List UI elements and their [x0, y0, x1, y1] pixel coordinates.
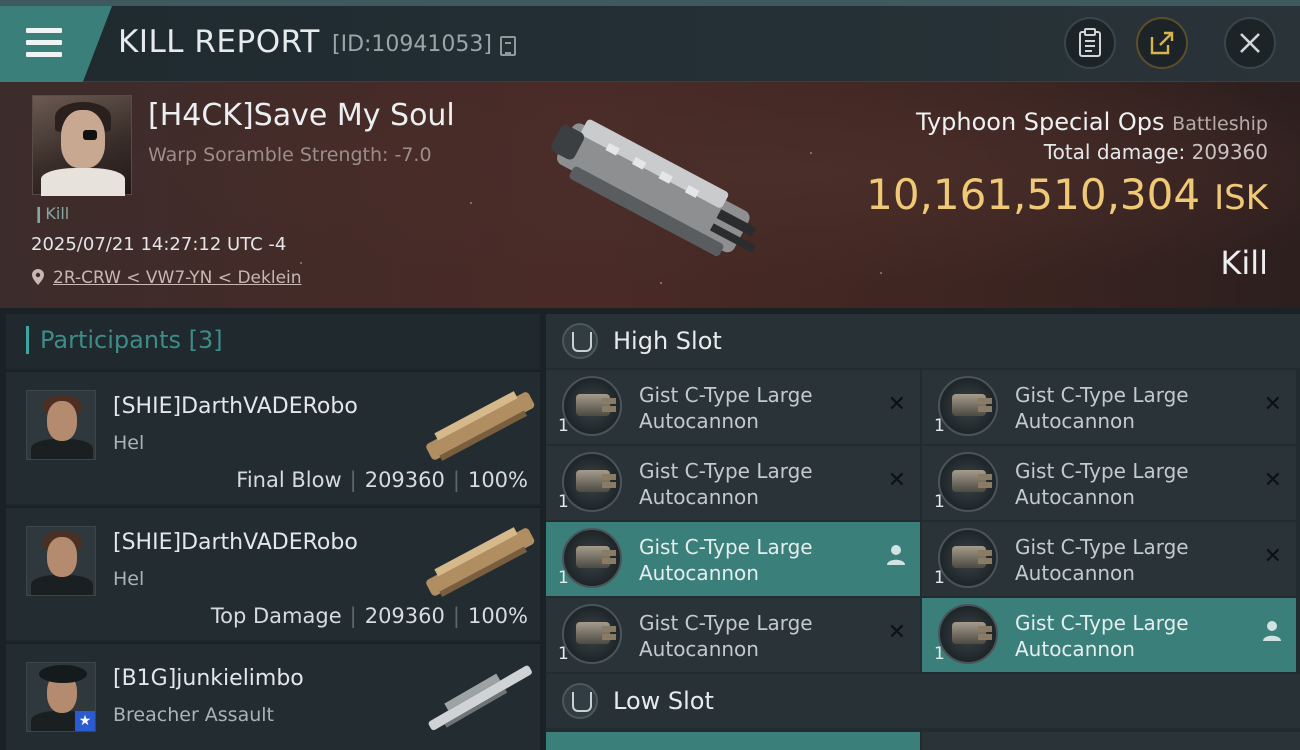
- module-item[interactable]: 1 Gist C-Type Large Autocannon ✕: [922, 446, 1296, 520]
- participant-row[interactable]: ★ [B1G]junkielimbo Breacher Assault: [6, 642, 540, 750]
- autocannon-icon: [938, 376, 998, 436]
- victim-name[interactable]: [H4CK]Save My Soul: [148, 98, 455, 133]
- participants-header: Participants [3]: [6, 314, 540, 368]
- top-bar: KILL REPORT [ID:10941053]: [0, 0, 1300, 82]
- participant-name[interactable]: [B1G]junkielimbo: [113, 666, 304, 691]
- autocannon-icon: [938, 528, 998, 588]
- total-damage: Total damage: 209360: [1043, 140, 1268, 164]
- clipboard-icon: [1079, 28, 1101, 57]
- victim-banner: [H4CK]Save My Soul Warp Soramble Strengt…: [0, 82, 1300, 308]
- autocannon-icon: [562, 528, 622, 588]
- autocannon-icon: [562, 376, 622, 436]
- slots-panel: High Slot 1 Gist C-Type Large Autocannon …: [546, 314, 1300, 750]
- isk-value: 10,161,510,304 ISK: [866, 170, 1268, 219]
- hamburger-icon: [26, 28, 62, 64]
- clipboard-button[interactable]: [1064, 17, 1116, 69]
- participant-avatar[interactable]: [26, 390, 96, 460]
- scramble-strength: Warp Soramble Strength: -7.0: [148, 144, 432, 166]
- low-slot-module-partial[interactable]: [546, 732, 920, 750]
- star-badge-icon: ★: [75, 711, 95, 731]
- low-slot-icon: [562, 683, 598, 719]
- ship-class: Battleship: [1172, 113, 1268, 135]
- high-slot-header: High Slot: [546, 314, 1300, 368]
- participant-row[interactable]: [SHIE]DarthVADERobo Hel Top Damage | 20936…: [6, 506, 540, 640]
- person-icon: [1263, 621, 1281, 641]
- destroyed-icon: ✕: [887, 620, 906, 645]
- participant-stats: Top Damage | 209360 | 100%: [210, 604, 528, 628]
- participant-avatar[interactable]: ★: [26, 662, 96, 732]
- destroyed-icon: ✕: [887, 468, 906, 493]
- ship-name[interactable]: Typhoon Special Ops Battleship: [916, 108, 1268, 136]
- autocannon-icon: [938, 604, 998, 664]
- copy-icon[interactable]: [500, 36, 516, 56]
- share-button[interactable]: [1136, 17, 1188, 69]
- participant-ship: Breacher Assault: [113, 704, 274, 726]
- close-icon: [1240, 33, 1260, 53]
- result-label: Kill: [1220, 244, 1268, 282]
- person-icon: [887, 545, 905, 565]
- participant-ship: Hel: [113, 432, 145, 454]
- timestamp: 2025/07/21 14:27:12 UTC -4: [31, 234, 287, 255]
- participant-ship-image: [428, 665, 532, 731]
- participants-panel: Participants [3] [SHIE]DarthVADERobo Hel…: [6, 314, 540, 750]
- participant-name[interactable]: [SHIE]DarthVADERobo: [113, 394, 358, 419]
- menu-button[interactable]: [0, 6, 112, 82]
- participant-stats: Final Blow | 209360 | 100%: [236, 468, 528, 492]
- report-id: [ID:10941053]: [332, 32, 492, 57]
- low-slot-header: Low Slot: [546, 674, 1300, 728]
- autocannon-icon: [562, 604, 622, 664]
- location-pin-icon: [32, 269, 44, 285]
- high-slot-icon: [562, 323, 598, 359]
- participant-ship-image: [426, 391, 535, 461]
- close-button[interactable]: [1224, 17, 1276, 69]
- participant-avatar[interactable]: [26, 526, 96, 596]
- destroyed-icon: ✕: [1263, 544, 1282, 569]
- module-item[interactable]: 1 Gist C-Type Large Autocannon ✕: [546, 598, 920, 672]
- destroyed-icon: ✕: [1263, 392, 1282, 417]
- low-slot-module-partial[interactable]: [922, 732, 1300, 750]
- participant-row[interactable]: [SHIE]DarthVADERobo Hel Final Blow | 20936…: [6, 370, 540, 504]
- destroyed-icon: ✕: [1263, 468, 1282, 493]
- participant-ship-image: [426, 527, 535, 597]
- module-item[interactable]: 1 Gist C-Type Large Autocannon: [546, 522, 920, 596]
- destroyed-icon: ✕: [887, 392, 906, 417]
- victim-portrait[interactable]: [32, 95, 132, 196]
- autocannon-icon: [562, 452, 622, 512]
- page-title: KILL REPORT: [118, 24, 320, 60]
- module-item[interactable]: 1 Gist C-Type Large Autocannon ✕: [922, 370, 1296, 444]
- ship-image: [551, 119, 757, 257]
- module-item[interactable]: 1 Gist C-Type Large Autocannon: [922, 598, 1296, 672]
- top-accent-line: [0, 0, 1300, 6]
- autocannon-icon: [938, 452, 998, 512]
- module-item[interactable]: 1 Gist C-Type Large Autocannon ✕: [546, 446, 920, 520]
- module-item[interactable]: 1 Gist C-Type Large Autocannon ✕: [922, 522, 1296, 596]
- participant-name[interactable]: [SHIE]DarthVADERobo: [113, 530, 358, 555]
- kill-tag: ❙Kill: [32, 204, 70, 223]
- module-item[interactable]: 1 Gist C-Type Large Autocannon ✕: [546, 370, 920, 444]
- share-icon: [1150, 31, 1174, 55]
- participant-ship: Hel: [113, 568, 145, 590]
- location-link[interactable]: 2R-CRW < VW7-YN < Deklein: [53, 268, 302, 288]
